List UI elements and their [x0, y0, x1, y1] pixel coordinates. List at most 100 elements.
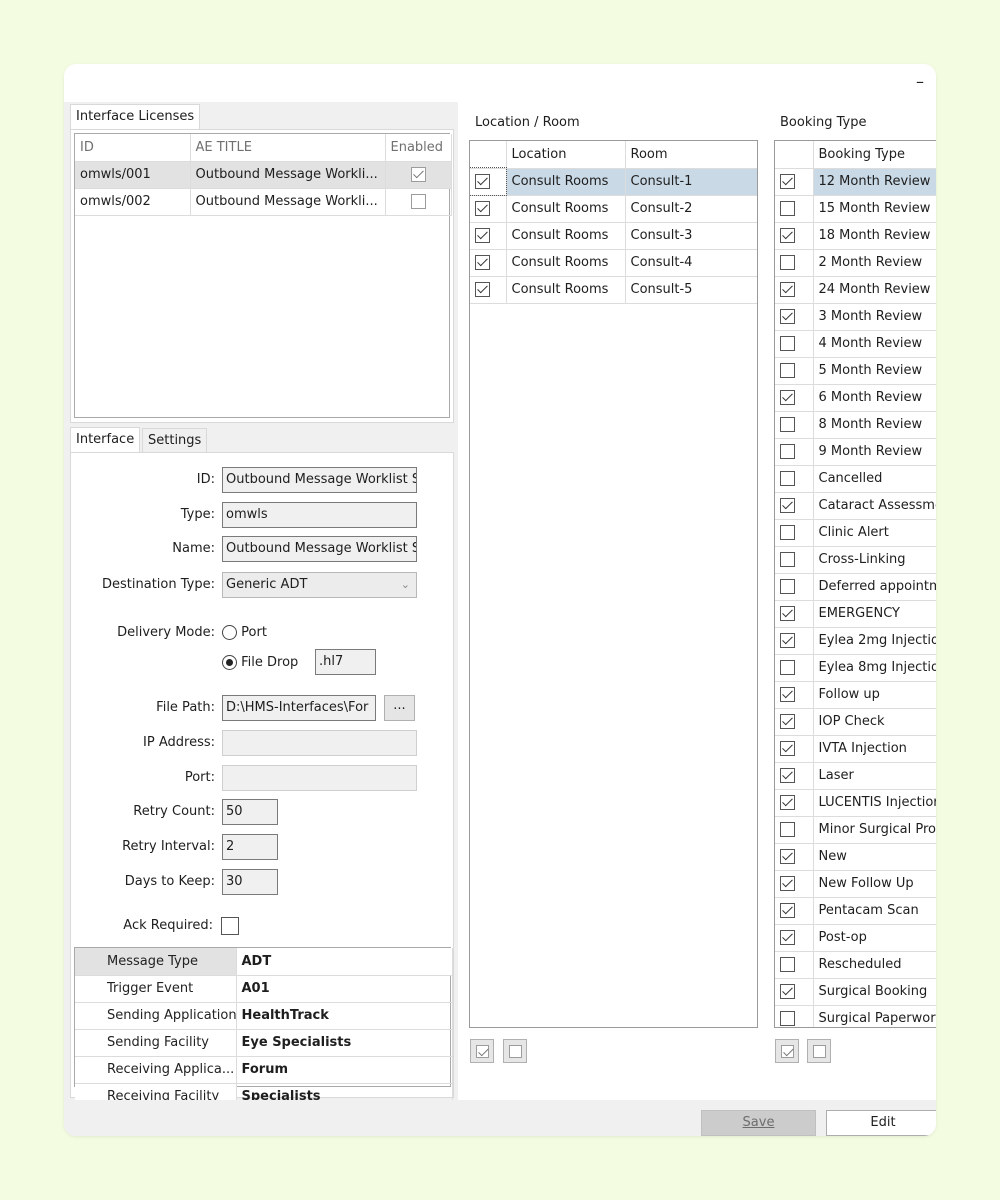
- checkbox-icon[interactable]: [780, 1011, 795, 1026]
- list-item[interactable]: Consult Rooms Consult-4: [470, 249, 757, 277]
- table-row[interactable]: omwls/001 Outbound Message Workli...: [75, 161, 452, 189]
- checkbox-icon[interactable]: [780, 579, 795, 594]
- list-item[interactable]: Laser: [775, 762, 936, 790]
- list-item[interactable]: Eylea 8mg Injectio: [775, 654, 936, 682]
- checkbox-icon[interactable]: [780, 660, 795, 675]
- list-item[interactable]: Minor Surgical Proc: [775, 816, 936, 844]
- list-item[interactable]: Consult Rooms Consult-1: [470, 167, 757, 196]
- ip-address-field[interactable]: [222, 730, 417, 756]
- checkbox-checked-icon[interactable]: [780, 390, 795, 405]
- list-item[interactable]: EMERGENCY: [775, 600, 936, 628]
- checkbox-checked-icon[interactable]: [475, 174, 490, 189]
- list-item[interactable]: Pentacam Scan: [775, 897, 936, 925]
- table-row[interactable]: Sending Application HealthTrack: [75, 1002, 453, 1030]
- retry-interval-field[interactable]: 2: [222, 834, 278, 860]
- list-item[interactable]: IOP Check: [775, 708, 936, 736]
- column-header-location[interactable]: Location: [506, 141, 626, 169]
- checkbox-checked-icon[interactable]: [780, 687, 795, 702]
- edit-button[interactable]: Edit: [826, 1110, 936, 1136]
- ack-required-checkbox[interactable]: [221, 917, 239, 935]
- table-row[interactable]: Trigger Event A01: [75, 975, 453, 1003]
- list-item[interactable]: Cancelled: [775, 465, 936, 493]
- checkbox-icon[interactable]: [780, 471, 795, 486]
- column-header-ae-title[interactable]: AE TITLE: [190, 134, 386, 162]
- list-item[interactable]: IVTA Injection: [775, 735, 936, 763]
- destination-type-select[interactable]: Generic ADT ⌄: [222, 572, 417, 598]
- checkbox-checked-icon[interactable]: [780, 714, 795, 729]
- list-item[interactable]: Post-op: [775, 924, 936, 952]
- list-item[interactable]: 6 Month Review: [775, 384, 936, 412]
- list-item[interactable]: Deferred appointm: [775, 573, 936, 601]
- checkbox-checked-icon[interactable]: [780, 849, 795, 864]
- id-field[interactable]: Outbound Message Worklist S: [222, 467, 417, 493]
- list-item[interactable]: Surgical Booking: [775, 978, 936, 1006]
- checkbox-checked-icon[interactable]: [780, 984, 795, 999]
- checkbox-checked-icon[interactable]: [780, 741, 795, 756]
- list-item[interactable]: 5 Month Review: [775, 357, 936, 385]
- browse-button[interactable]: ...: [384, 695, 415, 721]
- checkbox-icon[interactable]: [780, 957, 795, 972]
- name-field[interactable]: Outbound Message Worklist S: [222, 536, 417, 562]
- checkbox-icon[interactable]: [410, 194, 426, 209]
- list-item[interactable]: Rescheduled: [775, 951, 936, 979]
- checkbox-checked-icon[interactable]: [780, 876, 795, 891]
- checkbox-icon[interactable]: [780, 552, 795, 567]
- save-button[interactable]: Save: [701, 1110, 816, 1136]
- list-item[interactable]: 15 Month Review: [775, 195, 936, 223]
- tab-interface[interactable]: Interface: [70, 427, 141, 453]
- type-field[interactable]: omwls: [222, 502, 417, 528]
- list-item[interactable]: Consult Rooms Consult-2: [470, 195, 757, 223]
- uncheck-all-locations-button[interactable]: [503, 1039, 527, 1063]
- list-item[interactable]: 8 Month Review: [775, 411, 936, 439]
- file-drop-radio[interactable]: File Drop: [222, 650, 298, 676]
- file-extension-field[interactable]: .hl7: [315, 649, 376, 675]
- list-item[interactable]: 2 Month Review: [775, 249, 936, 277]
- retry-count-field[interactable]: 50: [222, 799, 278, 825]
- table-row[interactable]: omwls/002 Outbound Message Workli...: [75, 188, 452, 216]
- file-path-field[interactable]: D:\HMS-Interfaces\For: [222, 695, 376, 721]
- days-to-keep-field[interactable]: 30: [222, 869, 278, 895]
- list-item[interactable]: 3 Month Review: [775, 303, 936, 331]
- list-item[interactable]: Clinic Alert: [775, 519, 936, 547]
- checkbox-checked-icon[interactable]: [780, 174, 795, 189]
- column-header-id[interactable]: ID: [75, 134, 191, 162]
- checkbox-checked-icon[interactable]: [410, 167, 426, 182]
- uncheck-all-booking-types-button[interactable]: [807, 1039, 831, 1063]
- list-item[interactable]: LUCENTIS Injectior: [775, 789, 936, 817]
- column-header-booking-type[interactable]: Booking Type: [813, 141, 936, 169]
- list-item[interactable]: New: [775, 843, 936, 871]
- check-all-locations-button[interactable]: [470, 1039, 494, 1063]
- checkbox-checked-icon[interactable]: [780, 309, 795, 324]
- checkbox-checked-icon[interactable]: [780, 633, 795, 648]
- list-item[interactable]: 18 Month Review: [775, 222, 936, 250]
- checkbox-checked-icon[interactable]: [475, 228, 490, 243]
- checkbox-icon[interactable]: [780, 417, 795, 432]
- list-item[interactable]: 9 Month Review: [775, 438, 936, 466]
- list-item[interactable]: 4 Month Review: [775, 330, 936, 358]
- checkbox-checked-icon[interactable]: [780, 795, 795, 810]
- table-row[interactable]: Sending Facility Eye Specialists: [75, 1029, 453, 1057]
- list-item[interactable]: Eylea 2mg Injectio: [775, 627, 936, 655]
- list-item[interactable]: 12 Month Review: [775, 168, 936, 196]
- tab-settings[interactable]: Settings: [142, 428, 208, 453]
- checkbox-icon[interactable]: [780, 822, 795, 837]
- checkbox-checked-icon[interactable]: [780, 930, 795, 945]
- check-all-booking-types-button[interactable]: [775, 1039, 799, 1063]
- list-item[interactable]: New Follow Up: [775, 870, 936, 898]
- checkbox-checked-icon[interactable]: [475, 255, 490, 270]
- column-header-select[interactable]: [775, 141, 814, 169]
- table-row[interactable]: Receiving Applica... Forum: [75, 1056, 453, 1084]
- port-radio[interactable]: Port: [222, 620, 267, 646]
- checkbox-icon[interactable]: [780, 525, 795, 540]
- list-item[interactable]: Cataract Assessme: [775, 492, 936, 520]
- list-item[interactable]: Consult Rooms Consult-3: [470, 222, 757, 250]
- minimize-button[interactable]: –: [912, 74, 928, 90]
- column-header-enabled[interactable]: Enabled: [385, 134, 452, 162]
- tab-interface-licenses[interactable]: Interface Licenses: [70, 104, 201, 130]
- checkbox-icon[interactable]: [780, 444, 795, 459]
- checkbox-icon[interactable]: [780, 336, 795, 351]
- column-header-room[interactable]: Room: [625, 141, 757, 169]
- checkbox-checked-icon[interactable]: [475, 282, 490, 297]
- port-field[interactable]: [222, 765, 417, 791]
- list-item[interactable]: 24 Month Review: [775, 276, 936, 304]
